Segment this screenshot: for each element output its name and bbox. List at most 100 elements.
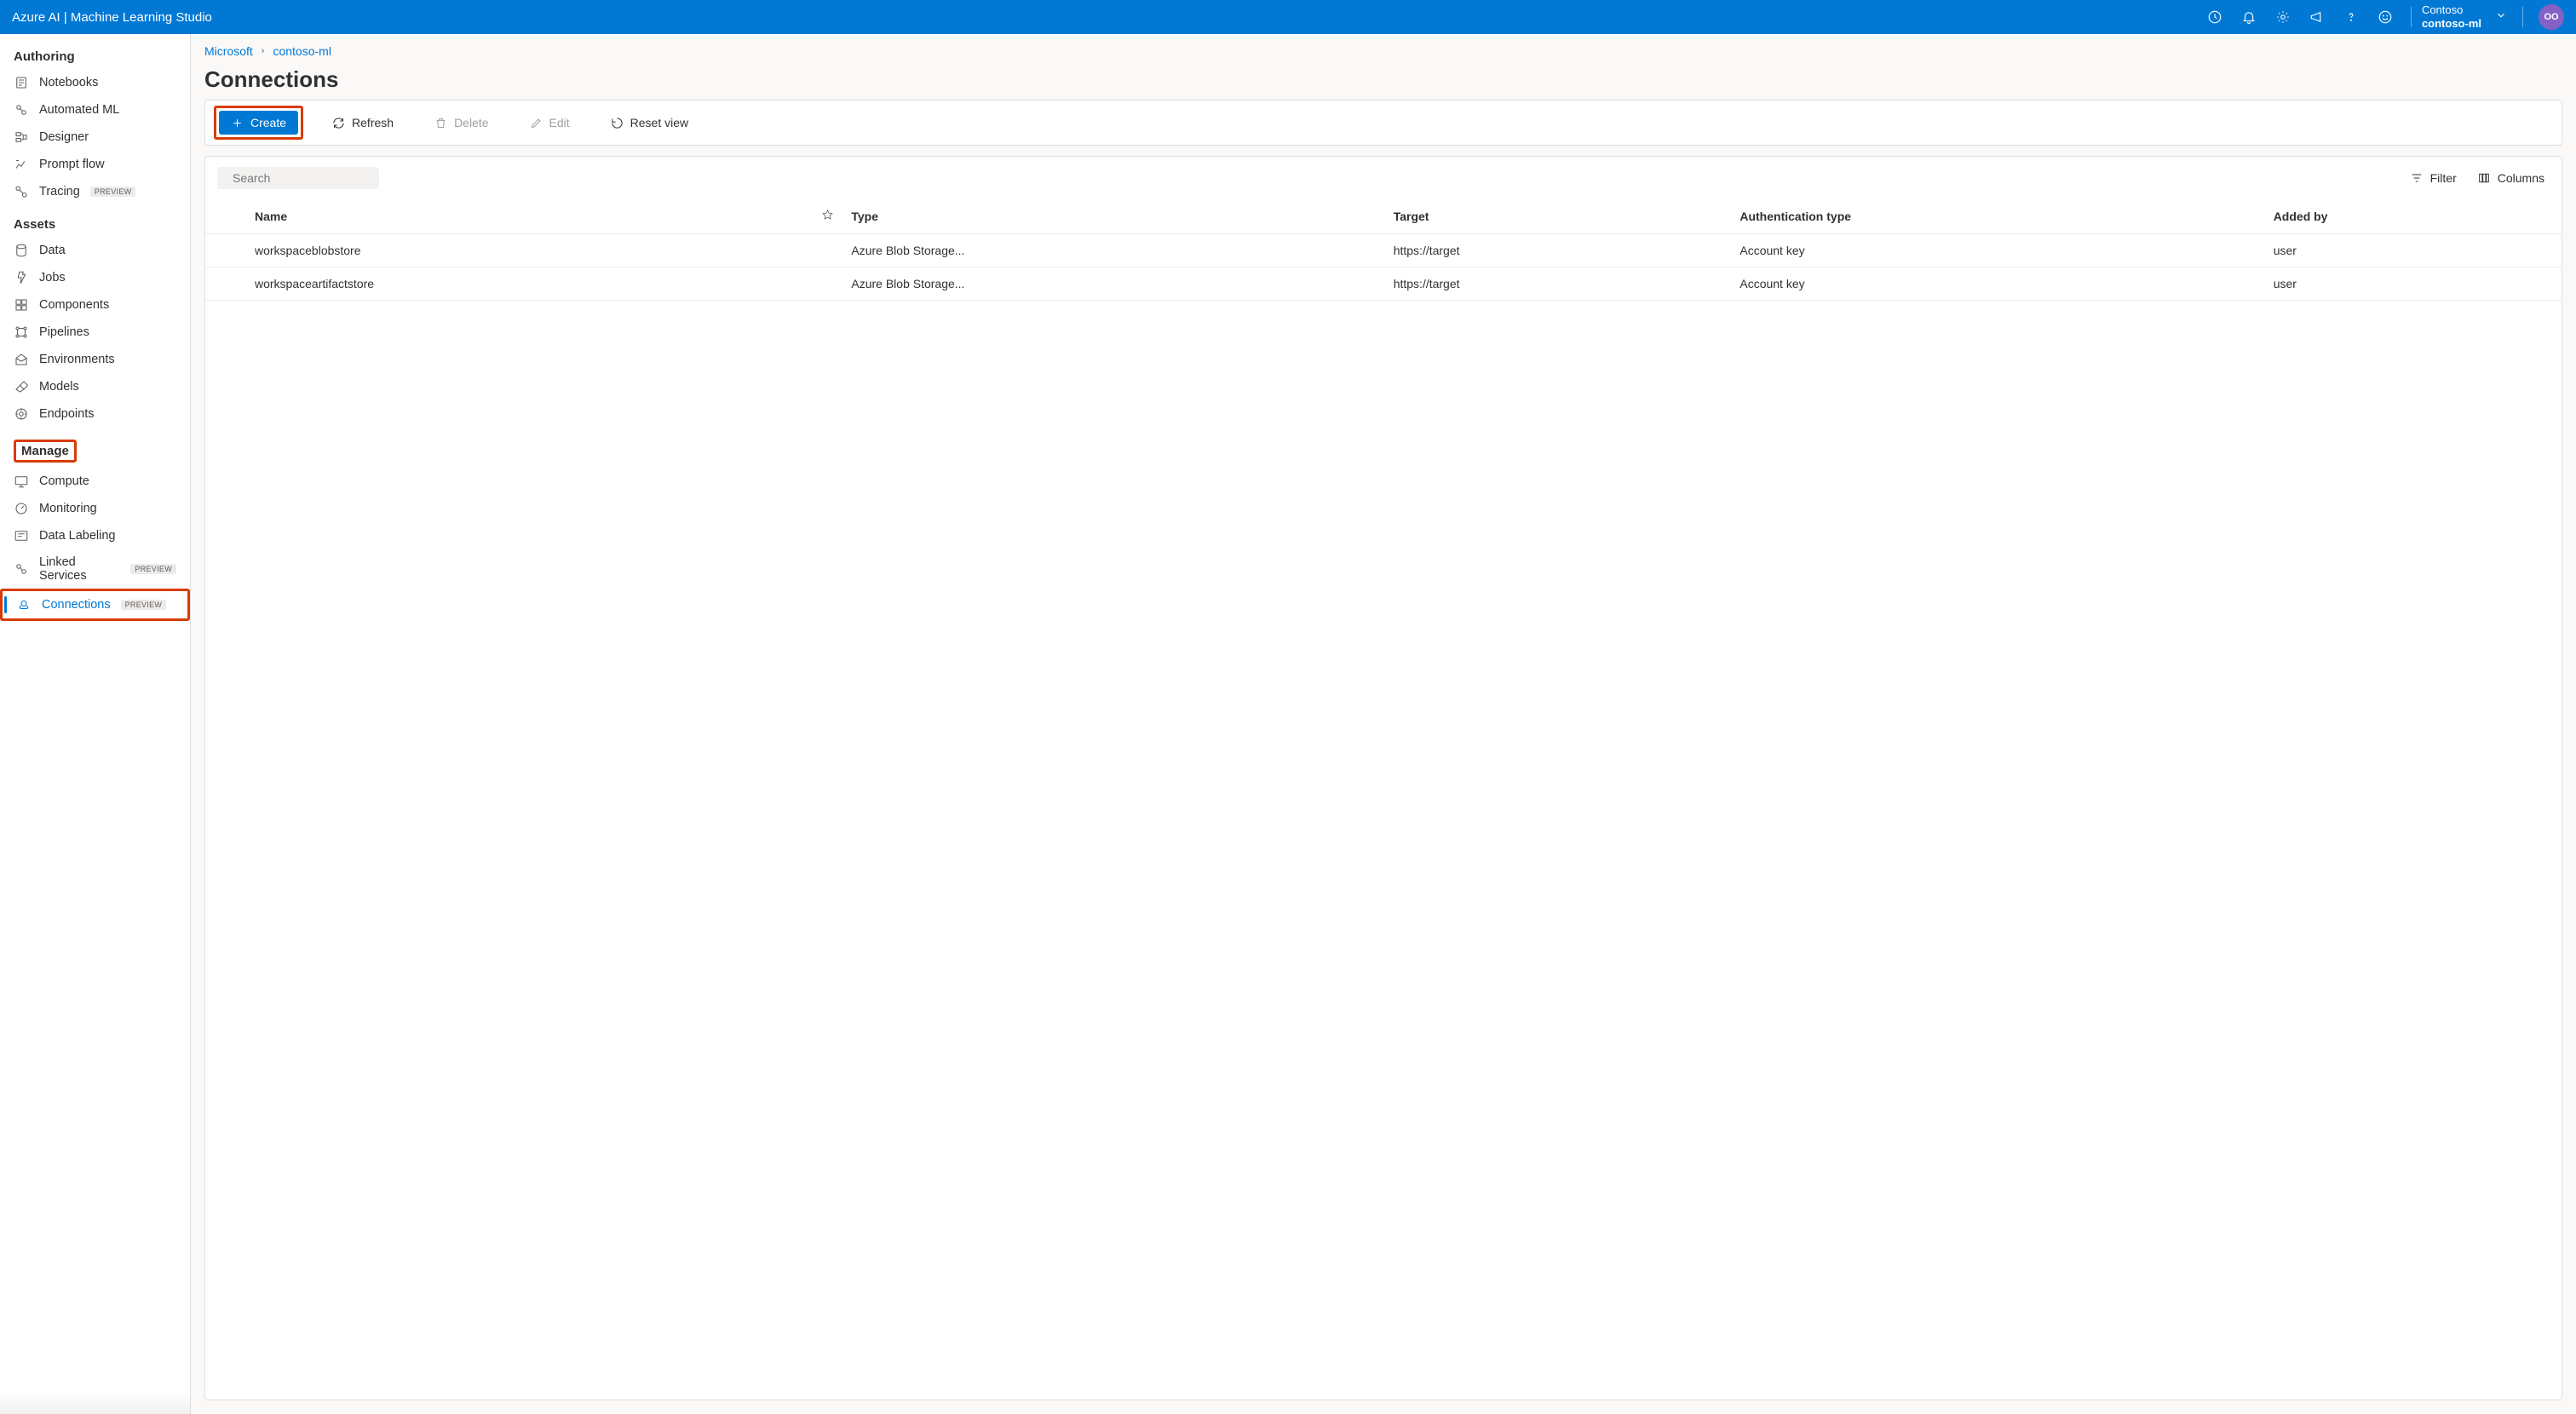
sidebar-item-models[interactable]: Models (0, 373, 190, 400)
refresh-label: Refresh (352, 116, 394, 129)
row-checkbox[interactable] (205, 267, 246, 301)
col-type[interactable]: Type (842, 199, 1384, 234)
reset-label: Reset view (630, 116, 688, 129)
sidebar-icon (14, 184, 29, 199)
sidebar-icon (14, 406, 29, 422)
sidebar-item-label: Models (39, 380, 79, 394)
sidebar-item-connections[interactable]: Connections PREVIEW (3, 591, 187, 618)
sidebar-item-label: Prompt flow (39, 158, 105, 171)
sidebar-icon (14, 129, 29, 145)
topbar: Azure AI | Machine Learning Studio Conto… (0, 0, 2576, 34)
col-checkbox (205, 199, 246, 234)
sidebar-item-jobs[interactable]: Jobs (0, 264, 190, 291)
avatar[interactable]: OO (2539, 4, 2564, 30)
connections-panel: Filter Columns Name Type Ta (204, 156, 2562, 1400)
sidebar-icon (14, 379, 29, 394)
sidebar-item-label: Components (39, 298, 109, 312)
col-favorite[interactable] (813, 199, 842, 234)
delete-label: Delete (454, 116, 488, 129)
preview-badge: PREVIEW (90, 187, 136, 197)
cell-addedby: user (2265, 234, 2562, 267)
sidebar-item-prompt-flow[interactable]: Prompt flow (0, 151, 190, 178)
table-row[interactable]: workspaceblobstoreAzure Blob Storage...h… (205, 234, 2562, 267)
filter-button[interactable]: Filter (2405, 168, 2462, 188)
sidebar-item-monitoring[interactable]: Monitoring (0, 495, 190, 522)
clock-icon[interactable] (2199, 3, 2230, 31)
breadcrumb: Microsoft › contoso-ml (204, 43, 2562, 65)
columns-label: Columns (2498, 171, 2544, 185)
chevron-right-icon: › (262, 46, 265, 56)
table-row[interactable]: workspaceartifactstoreAzure Blob Storage… (205, 267, 2562, 301)
sidebar-item-data[interactable]: Data (0, 237, 190, 264)
refresh-button[interactable]: Refresh (320, 111, 405, 135)
sidebar-icon (14, 352, 29, 367)
sidebar-item-label: Tracing (39, 185, 80, 198)
cell-name: workspaceartifactstore (246, 267, 813, 301)
cell-favorite[interactable] (813, 234, 842, 267)
sidebar-icon (16, 597, 32, 612)
sidebar-item-linked-services[interactable]: Linked ServicesPREVIEW (0, 549, 190, 589)
sidebar-item-notebooks[interactable]: Notebooks (0, 69, 190, 96)
chevron-down-icon[interactable] (2490, 9, 2512, 25)
preview-badge: PREVIEW (130, 564, 176, 574)
sidebar-item-environments[interactable]: Environments (0, 346, 190, 373)
cell-auth: Account key (1731, 234, 2264, 267)
sidebar-item-data-labeling[interactable]: Data Labeling (0, 522, 190, 549)
sidebar-item-endpoints[interactable]: Endpoints (0, 400, 190, 428)
sidebar-icon (14, 325, 29, 340)
sidebar-item-label: Jobs (39, 271, 66, 285)
preview-badge: PREVIEW (121, 600, 167, 610)
edit-button: Edit (518, 111, 582, 135)
sidebar-item-label: Environments (39, 353, 115, 366)
org-name: Contoso (2422, 3, 2481, 17)
sidebar-section-title: Assets (0, 205, 190, 237)
create-button[interactable]: Create (219, 111, 298, 135)
smile-icon[interactable] (2370, 3, 2401, 31)
sidebar-section-title: Authoring (0, 37, 190, 69)
col-auth[interactable]: Authentication type (1731, 199, 2264, 234)
bell-icon[interactable] (2234, 3, 2264, 31)
sidebar-icon (14, 474, 29, 489)
sidebar-icon (14, 102, 29, 118)
megaphone-icon[interactable] (2302, 3, 2332, 31)
sidebar-item-label: Pipelines (39, 325, 89, 339)
delete-button: Delete (423, 111, 500, 135)
col-name[interactable]: Name (246, 199, 813, 234)
main: Microsoft › contoso-ml Connections Creat… (191, 34, 2576, 1414)
sidebar-icon (14, 561, 29, 577)
sidebar-icon (14, 157, 29, 172)
cell-favorite[interactable] (813, 267, 842, 301)
sidebar-shadow (0, 1390, 190, 1414)
columns-button[interactable]: Columns (2472, 168, 2550, 188)
cell-type: Azure Blob Storage... (842, 234, 1384, 267)
sidebar-item-tracing[interactable]: Tracing PREVIEW (0, 178, 190, 205)
sidebar-item-label: Automated ML (39, 103, 119, 117)
workspace-picker[interactable]: Contoso contoso-ml (2422, 3, 2481, 30)
divider (2522, 7, 2523, 27)
panel-toolbar: Filter Columns (205, 157, 2562, 199)
sidebar-item-pipelines[interactable]: Pipelines (0, 319, 190, 346)
search-input[interactable] (233, 171, 387, 185)
gear-icon[interactable] (2268, 3, 2298, 31)
col-addedby[interactable]: Added by (2265, 199, 2562, 234)
breadcrumb-link[interactable]: contoso-ml (273, 44, 331, 58)
sidebar-item-compute[interactable]: Compute (0, 468, 190, 495)
help-icon[interactable] (2336, 3, 2366, 31)
sidebar-item-automated-ml[interactable]: Automated ML (0, 96, 190, 124)
sidebar-section-title: Manage (0, 428, 190, 468)
sidebar-icon (14, 297, 29, 313)
sidebar-item-designer[interactable]: Designer (0, 124, 190, 151)
cell-name: workspaceblobstore (246, 234, 813, 267)
reset-view-button[interactable]: Reset view (599, 111, 700, 135)
sidebar-icon (14, 501, 29, 516)
cell-addedby: user (2265, 267, 2562, 301)
sidebar-item-label: Connections (42, 598, 111, 612)
col-target[interactable]: Target (1385, 199, 1732, 234)
sidebar: AuthoringNotebooks Automated ML Designer Pr… (0, 34, 191, 1414)
breadcrumb-link[interactable]: Microsoft (204, 44, 253, 58)
row-checkbox[interactable] (205, 234, 246, 267)
sidebar-item-label: Monitoring (39, 502, 97, 515)
filter-label: Filter (2430, 171, 2457, 185)
search-box[interactable] (217, 167, 379, 189)
sidebar-item-components[interactable]: Components (0, 291, 190, 319)
